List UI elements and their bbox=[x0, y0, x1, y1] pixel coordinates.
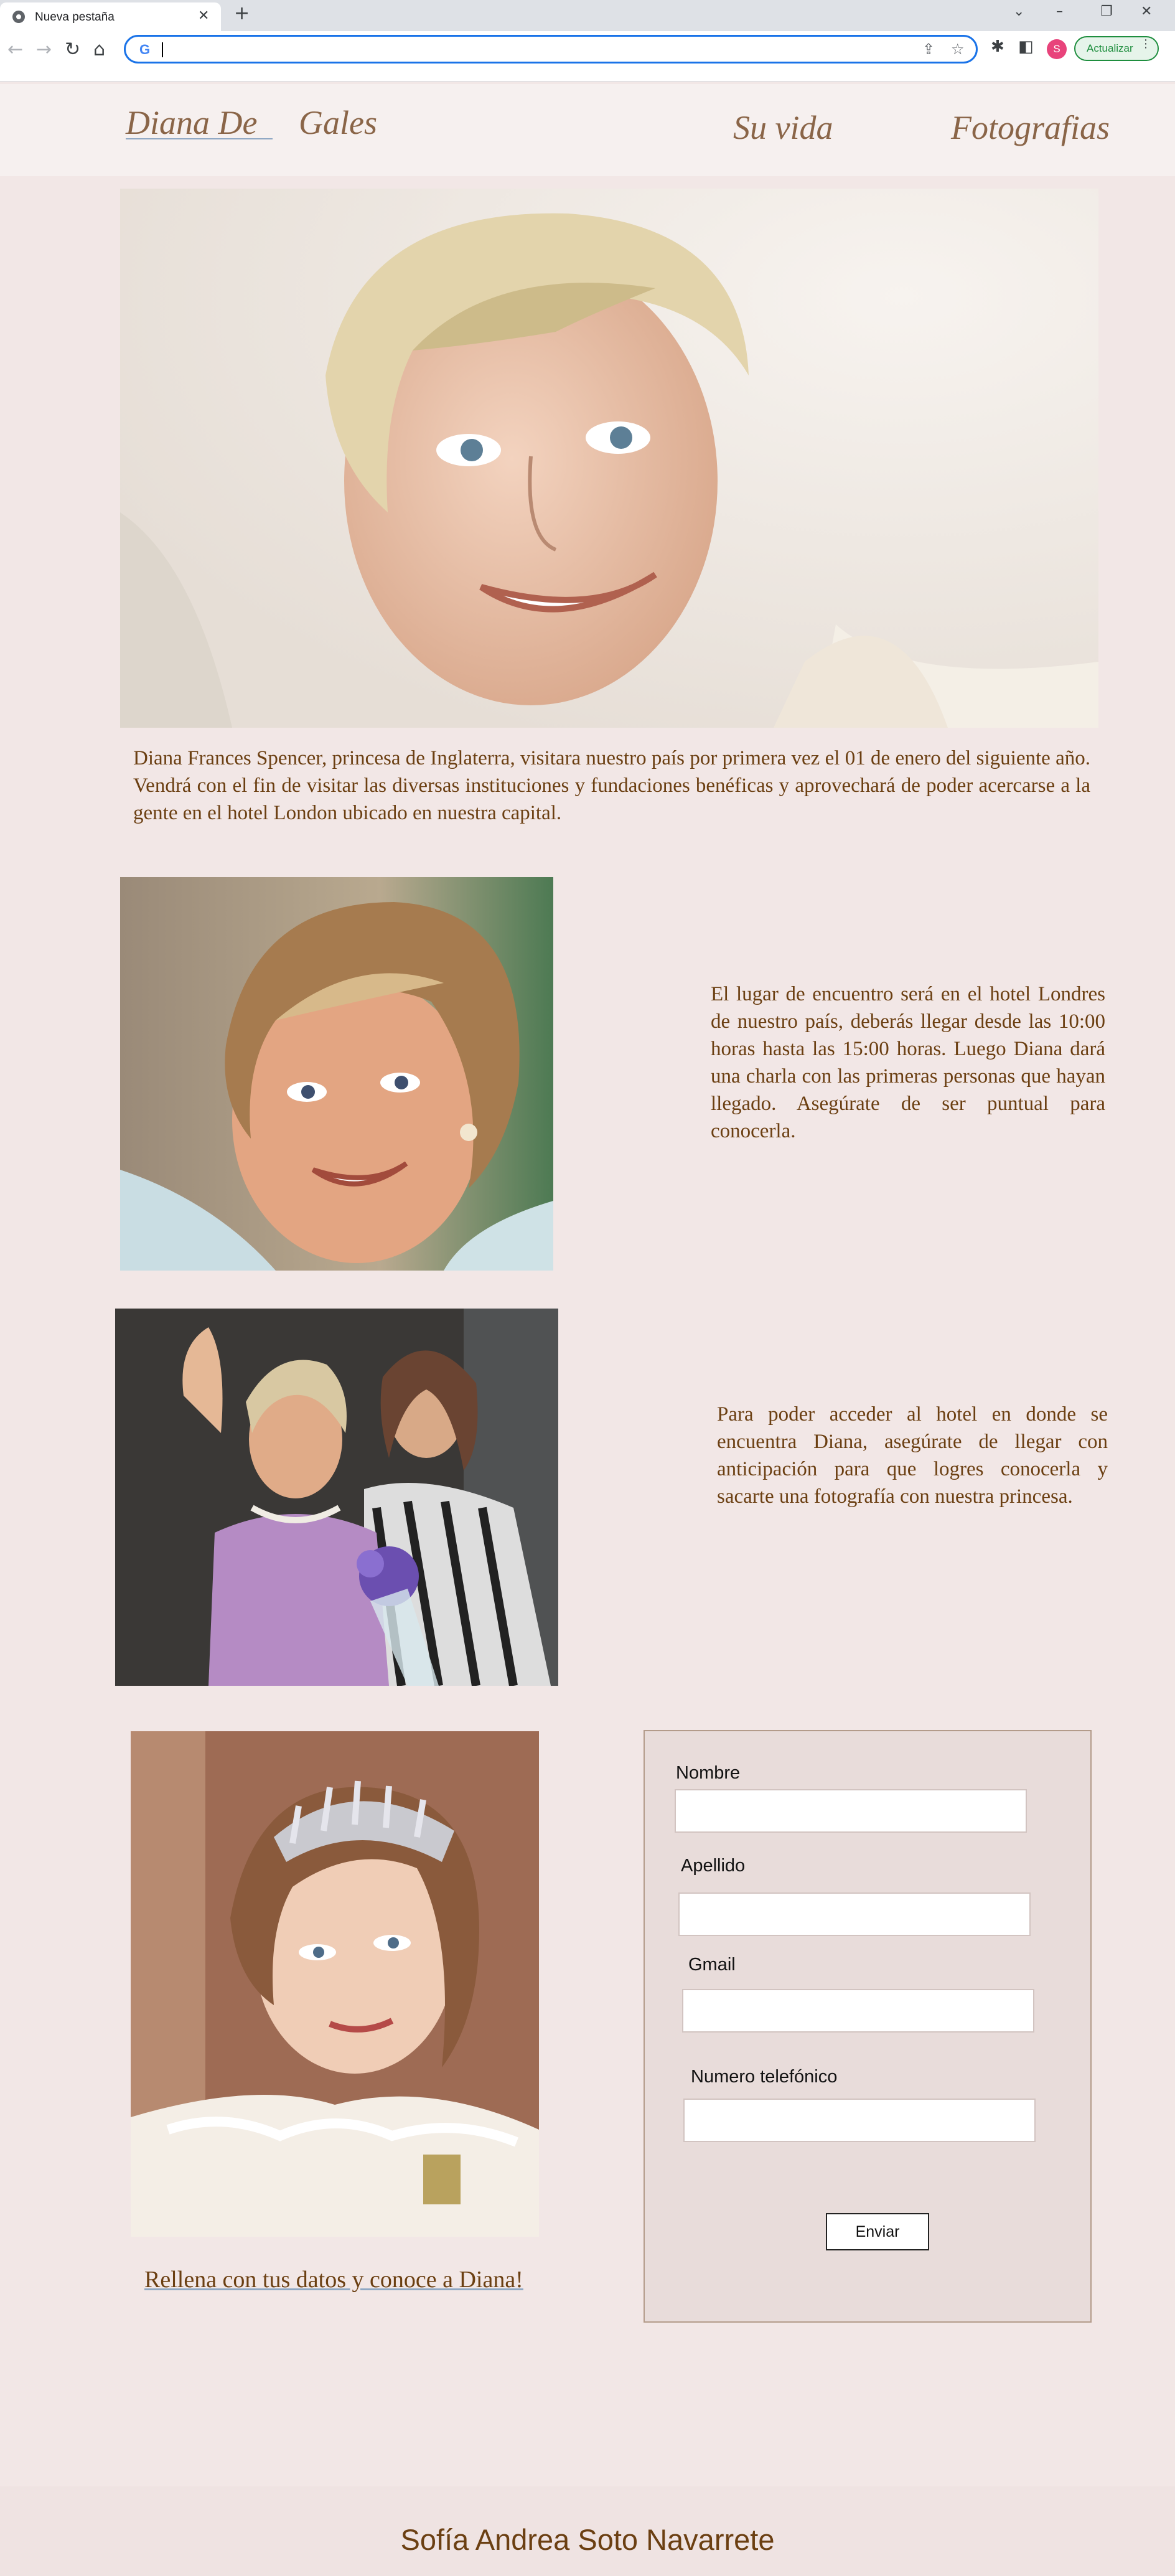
surname-input[interactable] bbox=[678, 1892, 1031, 1936]
window-close-icon[interactable]: ✕ bbox=[1141, 4, 1152, 19]
logo-link[interactable]: Diana De bbox=[126, 103, 257, 142]
browser-tab[interactable]: Nueva pestaña ✕ bbox=[0, 2, 221, 31]
side-panel-icon[interactable]: ◧ bbox=[1018, 37, 1034, 56]
phone-label: Numero telefónico bbox=[691, 2067, 838, 2087]
browser-tab-bar: Nueva pestaña ✕ + ⌄ – ❐ ✕ bbox=[0, 0, 1175, 31]
back-arrow-icon[interactable]: ← bbox=[7, 39, 23, 60]
text-caret bbox=[162, 42, 163, 57]
restore-icon[interactable]: ❐ bbox=[1100, 4, 1113, 19]
address-input[interactable] bbox=[167, 39, 854, 60]
nav-link-su-vida[interactable]: Su vida bbox=[733, 108, 833, 147]
bookmark-star-icon[interactable]: ☆ bbox=[951, 40, 965, 58]
submit-button[interactable]: Enviar bbox=[826, 2213, 929, 2250]
chrome-menu-icon[interactable]: ⋮ bbox=[1140, 37, 1151, 50]
google-g-icon: G bbox=[139, 42, 151, 57]
form-cta-link[interactable]: Rellena con tus datos y conoce a Diana! bbox=[144, 2266, 523, 2293]
close-tab-icon[interactable]: ✕ bbox=[198, 8, 209, 24]
tab-search-chevron-icon[interactable]: ⌄ bbox=[1013, 4, 1024, 19]
name-input[interactable] bbox=[675, 1789, 1027, 1833]
portrait-waving-image bbox=[115, 1309, 558, 1686]
email-label: Gmail bbox=[688, 1955, 736, 1975]
phone-input[interactable] bbox=[683, 2099, 1036, 2142]
logo-underline bbox=[126, 138, 273, 139]
update-button[interactable]: Actualizar ⋮ bbox=[1074, 36, 1159, 61]
extensions-puzzle-icon[interactable]: ✱ bbox=[991, 37, 1004, 56]
nav-link-fotografias[interactable]: Fotografias bbox=[951, 108, 1110, 147]
new-tab-icon[interactable]: + bbox=[234, 2, 250, 24]
portrait-tiara-image bbox=[131, 1731, 539, 2237]
reload-icon[interactable]: ↻ bbox=[65, 39, 80, 60]
home-icon[interactable]: ⌂ bbox=[93, 39, 105, 60]
meeting-paragraph: El lugar de encuentro será en el hotel L… bbox=[711, 983, 1105, 1142]
profile-avatar[interactable]: S bbox=[1047, 39, 1067, 59]
forward-arrow-icon[interactable]: → bbox=[36, 39, 52, 60]
hero-portrait-image bbox=[120, 189, 1098, 728]
email-input[interactable] bbox=[682, 1989, 1034, 2033]
access-paragraph: Para poder acceder al hotel en donde se … bbox=[717, 1403, 1108, 1508]
update-button-label: Actualizar bbox=[1087, 42, 1133, 54]
surname-label: Apellido bbox=[681, 1856, 746, 1876]
footer-author-name: Sofía Andrea Soto Navarrete bbox=[400, 2523, 775, 2556]
tab-title: Nueva pestaña bbox=[35, 11, 115, 24]
intro-paragraph: Diana Frances Spencer, princesa de Ingla… bbox=[133, 747, 1090, 824]
address-bar[interactable]: G ⇪ ☆ bbox=[124, 35, 978, 63]
chrome-favicon-icon bbox=[12, 11, 25, 23]
portrait-smiling-image bbox=[120, 877, 553, 1271]
minimize-icon[interactable]: – bbox=[1056, 4, 1063, 19]
name-label: Nombre bbox=[676, 1763, 741, 1783]
logo-link-secondary[interactable]: Gales bbox=[299, 103, 377, 142]
share-icon[interactable]: ⇪ bbox=[922, 40, 935, 58]
